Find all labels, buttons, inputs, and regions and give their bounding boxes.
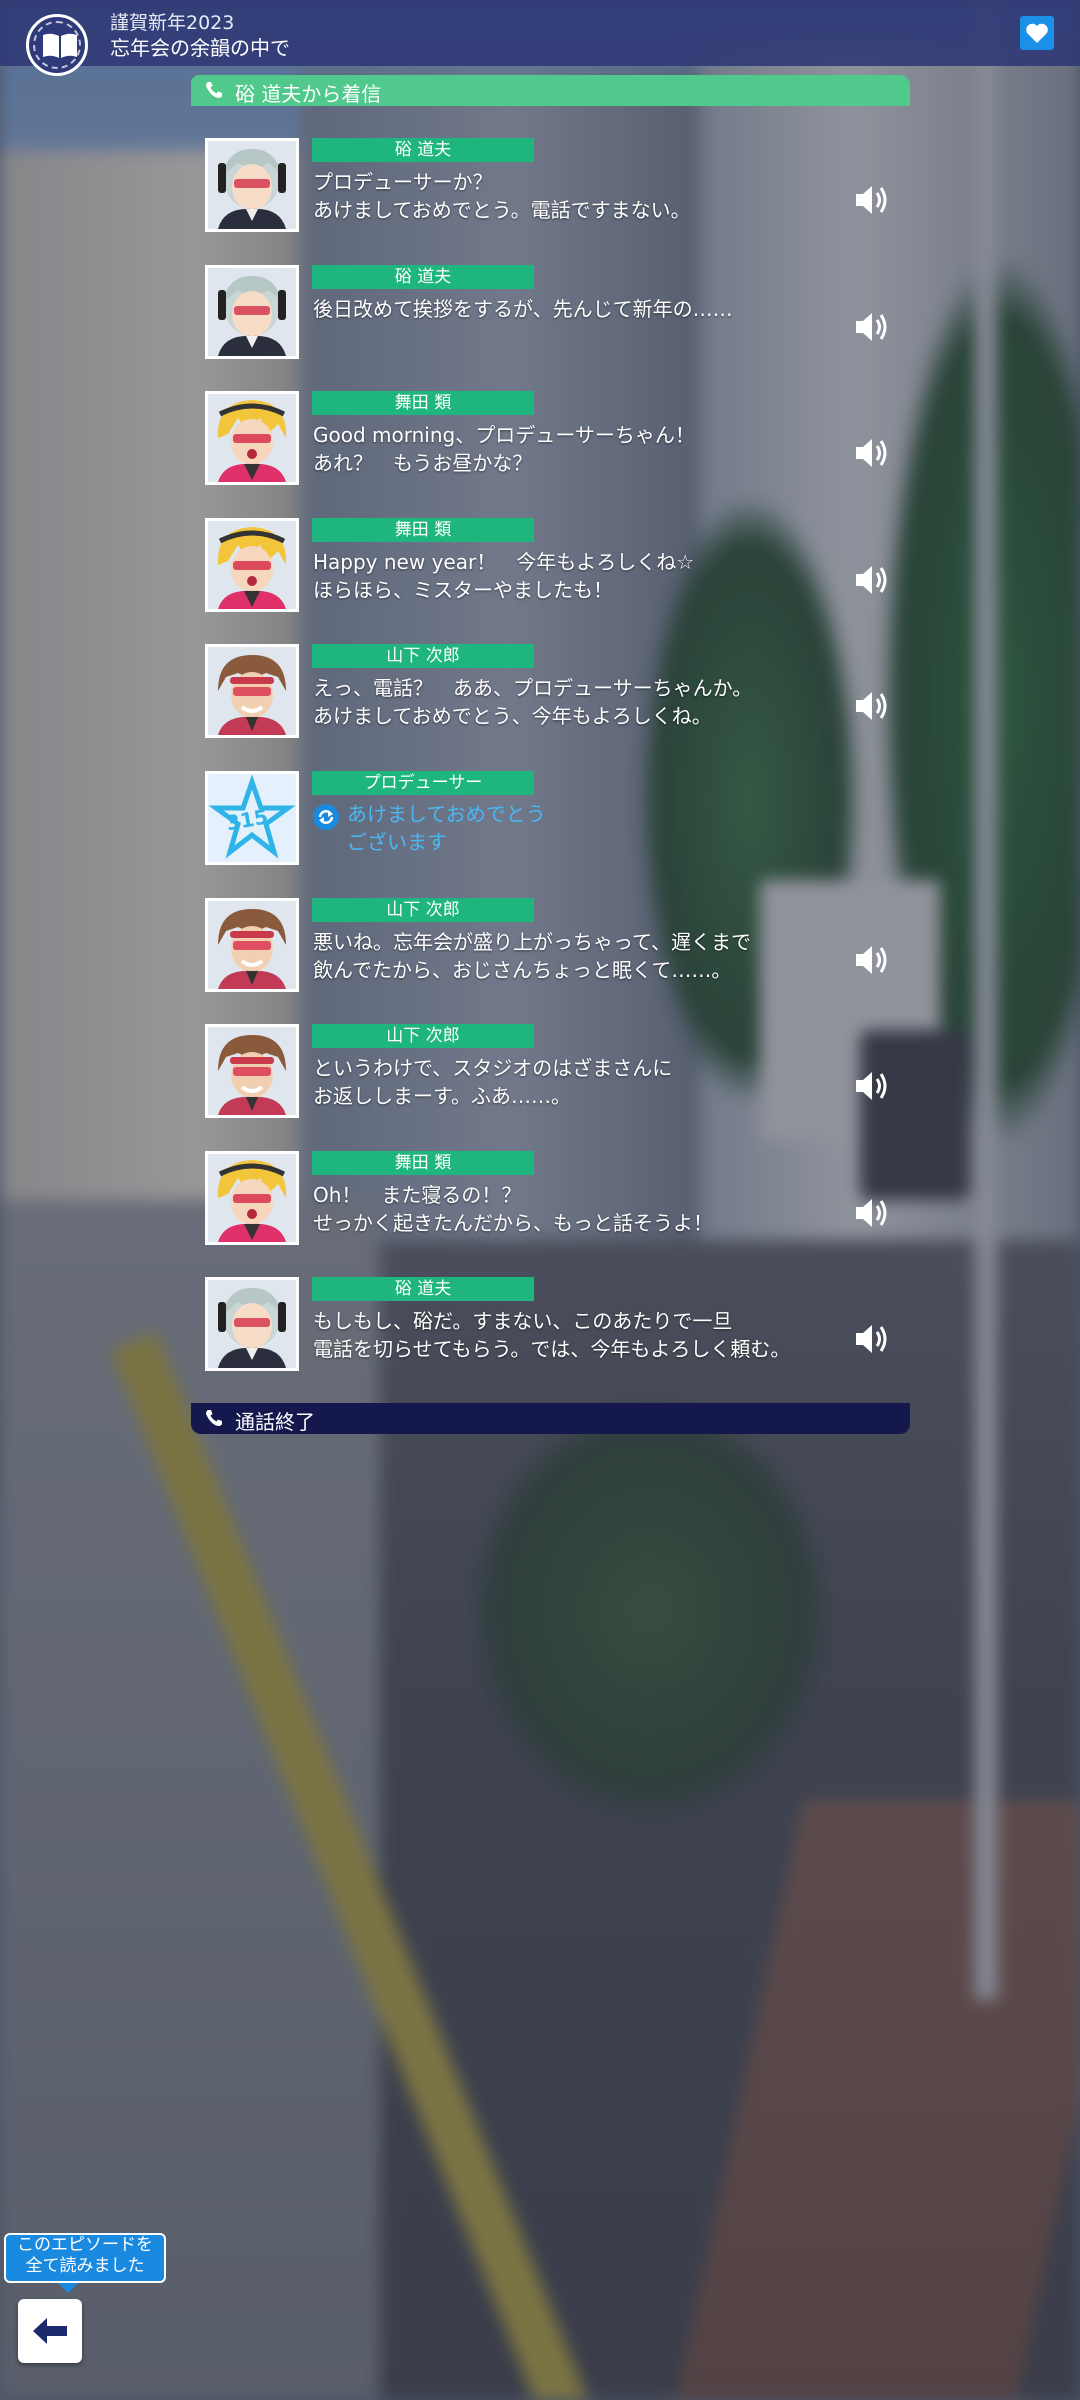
jiro-avatar <box>205 897 299 992</box>
speaker-icon[interactable] <box>853 1321 889 1357</box>
episode-header: 謹賀新年2023 忘年会の余韻の中で <box>0 0 1080 76</box>
speaker-name: 硲 道夫 <box>312 1277 534 1302</box>
dialogue-text: 後日改めて挨拶をするが、先んじて新年の…… <box>313 296 733 321</box>
speaker-name: 硲 道夫 <box>312 138 534 162</box>
call-ended-label: 通話終了 <box>235 1410 315 1434</box>
speaker-icon[interactable] <box>853 562 889 598</box>
dialogue-text: Happy new year！ 今年もよろしくね☆ ほらほら、ミスターやましたも… <box>313 549 695 602</box>
speaker-name: 山下 次郎 <box>312 1024 534 1049</box>
dialogue-row: 硲 道夫もしもし、硲だ。すまない、このあたりで一旦 電話を切らせてもらう。では、… <box>205 1277 895 1373</box>
call-ended-footer: 通話終了 <box>191 1403 910 1434</box>
dialogue-row: 舞田 類 Oh！ また寝るの！？ せっかく起きたんだから、もっと話そうよ！ <box>205 1150 895 1247</box>
open-book-icon[interactable] <box>26 14 88 76</box>
speaker-name: プロデューサー <box>312 771 534 795</box>
choice-text: あけましておめでとう ございます <box>347 802 546 854</box>
dialogue-row: 舞田 類 Good morning、プロデューサーちゃん！ あれ？ もうお昼かな？ <box>205 391 895 487</box>
jiro-avatar <box>205 644 299 739</box>
phone-icon <box>206 82 222 98</box>
dialogue-text: Good morning、プロデューサーちゃん！ あれ？ もうお昼かな？ <box>313 423 695 476</box>
dialogue-text: というわけで、スタジオのはざまさんに お返ししまーす。ふあ……。 <box>313 1056 673 1109</box>
episode-title: 忘年会の余韻の中で <box>110 36 290 60</box>
dialogue-row: 山下 次郎悪いね。忘年会が盛り上がっちゃって、遅くまで 飲んでたから、おじさんち… <box>205 897 895 994</box>
back-button[interactable] <box>18 2299 82 2363</box>
speaker-name: 硲 道夫 <box>312 264 534 289</box>
episode-read-badge: このエピソードを 全て読みました <box>4 2233 166 2293</box>
dialogue-text: えっ、電話？ ああ、プロデューサーちゃんか。 あけましておめでとう、今年もよろし… <box>313 676 753 729</box>
dialogue-text: もしもし、硲だ。すまない、このあたりで一旦 電話を切らせてもらう。では、今年もよ… <box>313 1309 791 1362</box>
michio-avatar <box>205 138 299 232</box>
producer-avatar: 315 <box>205 771 299 865</box>
phone-icon <box>206 1410 222 1426</box>
speaker-icon[interactable] <box>853 1068 889 1104</box>
episode-subtitle: 謹賀新年2023 <box>110 12 235 34</box>
back-arrow-icon <box>33 2318 67 2344</box>
incoming-call-label: 硲 道夫から着信 <box>235 82 382 106</box>
dialogue-row: 山下 次郎えっ、電話？ ああ、プロデューサーちゃんか。 あけましておめでとう、今… <box>205 644 895 740</box>
dialogue-row: 舞田 類 Happy new year！ 今年もよろしくね☆ ほらほら、ミスターや… <box>205 517 895 614</box>
speaker-name: 舞田 類 <box>312 1150 534 1175</box>
jiro-avatar <box>205 1024 299 1119</box>
dialogue-row: 硲 道夫後日改めて挨拶をするが、先んじて新年の…… <box>205 264 895 361</box>
dialogue-row: 315 プロデューサー あけましておめでとう ございます <box>205 771 895 867</box>
speaker-icon[interactable] <box>853 942 889 978</box>
dialogue-text: 悪いね。忘年会が盛り上がっちゃって、遅くまで 飲んでたから、おじさんちょっと眠く… <box>313 929 751 982</box>
speaker-name: 舞田 類 <box>312 391 534 416</box>
dialogue-row: 山下 次郎というわけで、スタジオのはざまさんに お返ししまーす。ふあ……。 <box>205 1024 895 1120</box>
heart-icon[interactable] <box>1020 16 1054 50</box>
speaker-icon[interactable] <box>853 688 889 724</box>
speaker-icon[interactable] <box>853 435 889 471</box>
speaker-icon[interactable] <box>853 182 889 218</box>
michio-avatar <box>205 264 299 359</box>
dialogue-row: 硲 道夫プロデューサーか？ あけましておめでとう。電話ですまない。 <box>205 138 895 234</box>
choice-icon <box>313 804 339 830</box>
incoming-call-header: 硲 道夫から着信 <box>191 75 910 106</box>
speaker-icon[interactable] <box>853 309 889 345</box>
speaker-name: 山下 次郎 <box>312 644 534 669</box>
michio-avatar <box>205 1277 299 1372</box>
speaker-name: 山下 次郎 <box>312 897 534 922</box>
rui-avatar <box>205 1150 299 1245</box>
dialogue-text: Oh！ また寝るの！？ せっかく起きたんだから、もっと話そうよ！ <box>313 1182 713 1235</box>
speaker-icon[interactable] <box>853 1195 889 1231</box>
dialogue-text: プロデューサーか？ あけましておめでとう。電話ですまない。 <box>313 170 691 222</box>
rui-avatar <box>205 517 299 612</box>
rui-avatar <box>205 391 299 486</box>
speaker-name: 舞田 類 <box>312 517 534 542</box>
